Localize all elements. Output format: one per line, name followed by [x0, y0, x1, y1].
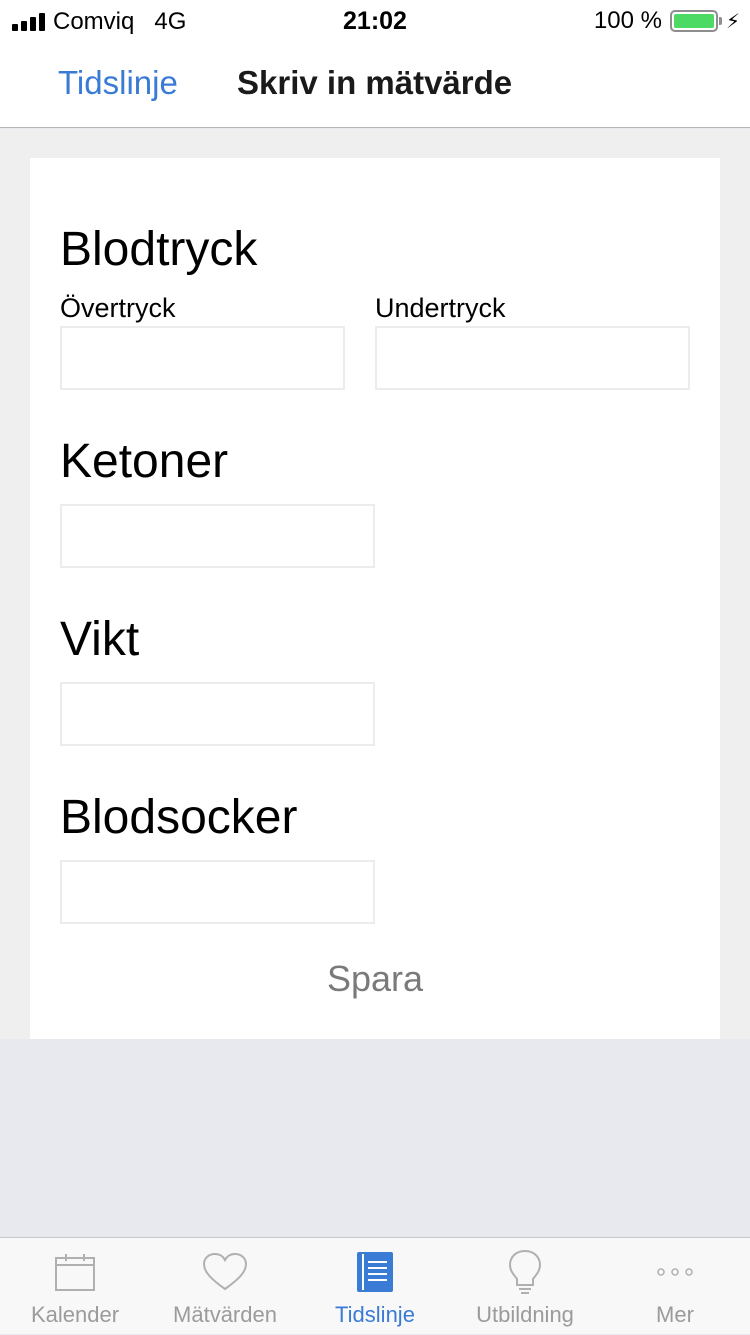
save-button[interactable]: Spara: [30, 958, 720, 1000]
tab-label: Utbildning: [476, 1302, 574, 1327]
blood-pressure-title: Blodtryck: [60, 223, 258, 276]
tab-label: Tidslinje: [335, 1302, 415, 1327]
tab-label: Kalender: [30, 1302, 120, 1327]
ketones-input[interactable]: [60, 504, 375, 568]
weight-input[interactable]: [60, 682, 375, 746]
ketones-title: Ketoner: [60, 435, 229, 488]
tab-tidslinje[interactable]: Tidslinje: [300, 1238, 450, 1335]
battery-icon: [669, 10, 722, 32]
timeline-icon: [300, 1248, 450, 1296]
status-bar: Comviq 4G 21:02 100 % ⚡: [0, 0, 750, 40]
empty-area: [0, 1039, 750, 1237]
tab-bar: Kalender Mätvärden Tidslinje Utbildning …: [0, 1237, 750, 1334]
tab-label: Mätvärden: [173, 1302, 277, 1327]
tab-label: Mer: [656, 1302, 694, 1327]
lightbulb-icon: [450, 1248, 600, 1296]
battery-percent: 100 %: [593, 7, 662, 34]
tab-utbildning[interactable]: Utbildning: [450, 1238, 600, 1335]
heart-icon: [150, 1248, 300, 1296]
tab-matvarden[interactable]: Mätvärden: [150, 1238, 300, 1335]
systolic-label: Övertryck: [60, 293, 176, 323]
back-button[interactable]: Tidslinje: [58, 64, 178, 102]
weight-title: Vikt: [60, 613, 140, 666]
tab-mer[interactable]: Mer: [600, 1238, 750, 1335]
measurement-form: Blodtryck Övertryck Undertryck Ketoner V…: [30, 158, 720, 1039]
calendar-icon: [0, 1248, 150, 1296]
diastolic-input[interactable]: [375, 326, 690, 390]
status-right: 100 % ⚡: [594, 7, 740, 35]
blood-sugar-input[interactable]: [60, 860, 375, 924]
systolic-input[interactable]: [60, 326, 345, 390]
tab-kalender[interactable]: Kalender: [0, 1238, 150, 1335]
charging-icon: ⚡: [725, 10, 740, 33]
navigation-bar: Tidslinje Skriv in mätvärde: [0, 40, 750, 128]
diastolic-label: Undertryck: [375, 293, 506, 323]
page-title: Skriv in mätvärde: [237, 64, 513, 101]
blood-sugar-title: Blodsocker: [60, 791, 298, 844]
more-icon: [600, 1248, 750, 1296]
